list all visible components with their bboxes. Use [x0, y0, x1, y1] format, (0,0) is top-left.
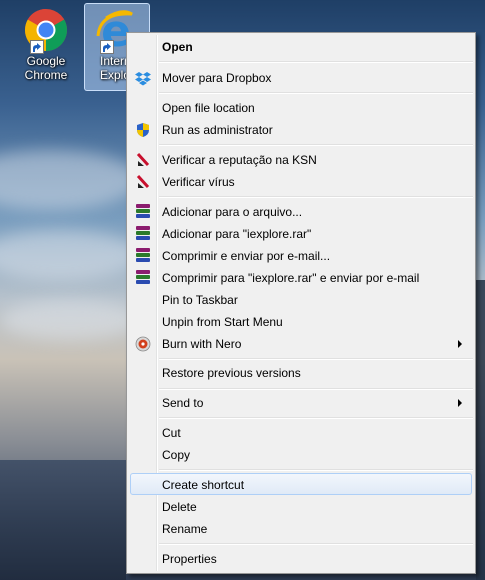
menu-item-label: Send to: [162, 396, 204, 410]
menu-item-open[interactable]: Open: [130, 36, 472, 58]
menu-item-unpin-from-start-menu[interactable]: Unpin from Start Menu: [130, 311, 472, 333]
menu-item-label: Open file location: [162, 101, 255, 115]
menu-item-comprimir-enviar-email[interactable]: Comprimir e enviar por e-mail...: [130, 245, 472, 267]
chrome-icon: [22, 6, 70, 54]
desktop-icon-google-chrome[interactable]: Google Chrome: [14, 6, 78, 83]
menu-item-create-shortcut[interactable]: Create shortcut: [130, 473, 472, 495]
menu-item-pin-to-taskbar[interactable]: Pin to Taskbar: [130, 289, 472, 311]
menu-item-label: Cut: [162, 426, 181, 440]
menu-item-restore-previous-versions[interactable]: Restore previous versions: [130, 362, 472, 384]
menu-item-send-to[interactable]: Send to: [130, 392, 472, 414]
menu-item-label: Mover para Dropbox: [162, 71, 272, 85]
menu-item-label: Adicionar para "iexplore.rar": [162, 227, 312, 241]
menu-item-open-file-location[interactable]: Open file location: [130, 97, 472, 119]
menu-item-label: Restore previous versions: [162, 366, 301, 380]
menu-item-label: Open: [162, 40, 193, 54]
desktop-icon-label: Google: [26, 54, 66, 68]
menu-separator: [159, 92, 473, 94]
submenu-arrow-icon: [458, 399, 462, 407]
menu-item-label: Rename: [162, 522, 208, 536]
kaspersky-icon: [135, 174, 151, 190]
menu-item-label: Properties: [162, 552, 217, 566]
uac-shield-icon: [135, 122, 151, 138]
dropbox-icon: [135, 70, 151, 86]
menu-item-mover-para-dropbox[interactable]: Mover para Dropbox: [130, 67, 472, 89]
winrar-icon: [135, 204, 151, 220]
menu-separator: [159, 388, 473, 390]
menu-item-run-as-administrator[interactable]: Run as administrator: [130, 119, 472, 141]
menu-separator: [159, 417, 473, 419]
context-menu: Open Mover para Dropbox Open file locati…: [126, 32, 476, 574]
winrar-icon: [135, 270, 151, 286]
menu-item-verificar-virus[interactable]: Verificar vírus: [130, 171, 472, 193]
menu-separator: [159, 144, 473, 146]
menu-item-label: Pin to Taskbar: [162, 293, 238, 307]
menu-item-label: Copy: [162, 448, 191, 462]
menu-item-label: Comprimir e enviar por e-mail...: [162, 249, 331, 263]
menu-item-cut[interactable]: Cut: [130, 422, 472, 444]
winrar-icon: [135, 248, 151, 264]
shortcut-arrow-icon: [100, 40, 114, 54]
menu-separator: [159, 61, 473, 63]
nero-icon: [135, 336, 151, 352]
menu-item-delete[interactable]: Delete: [130, 496, 472, 518]
winrar-icon: [135, 226, 151, 242]
menu-item-rename[interactable]: Rename: [130, 518, 472, 540]
shortcut-arrow-icon: [30, 40, 44, 54]
menu-item-label: Burn with Nero: [162, 337, 242, 351]
menu-item-label: Adicionar para o arquivo...: [162, 205, 303, 219]
menu-item-label: Delete: [162, 500, 197, 514]
menu-item-adicionar-para-iexplore-rar[interactable]: Adicionar para "iexplore.rar": [130, 223, 472, 245]
menu-item-copy[interactable]: Copy: [130, 444, 472, 466]
menu-separator: [159, 469, 473, 471]
menu-item-adicionar-para-arquivo[interactable]: Adicionar para o arquivo...: [130, 201, 472, 223]
kaspersky-icon: [135, 152, 151, 168]
menu-separator: [159, 358, 473, 360]
menu-item-label: Verificar a reputação na KSN: [162, 153, 317, 167]
menu-item-comprimir-para-iexplore-rar-email[interactable]: Comprimir para "iexplore.rar" e enviar p…: [130, 267, 472, 289]
submenu-arrow-icon: [458, 340, 462, 348]
menu-item-label: Comprimir para "iexplore.rar" e enviar p…: [162, 271, 420, 285]
menu-item-label: Verificar vírus: [162, 175, 235, 189]
menu-item-label: Run as administrator: [162, 123, 273, 137]
menu-item-label: Create shortcut: [162, 478, 245, 492]
menu-item-burn-with-nero[interactable]: Burn with Nero: [130, 333, 472, 355]
menu-item-properties[interactable]: Properties: [130, 548, 472, 570]
menu-item-verificar-reputacao-ksn[interactable]: Verificar a reputação na KSN: [130, 149, 472, 171]
menu-separator: [159, 196, 473, 198]
desktop-icon-label: Chrome: [24, 68, 68, 82]
menu-separator: [159, 543, 473, 545]
menu-item-label: Unpin from Start Menu: [162, 315, 283, 329]
